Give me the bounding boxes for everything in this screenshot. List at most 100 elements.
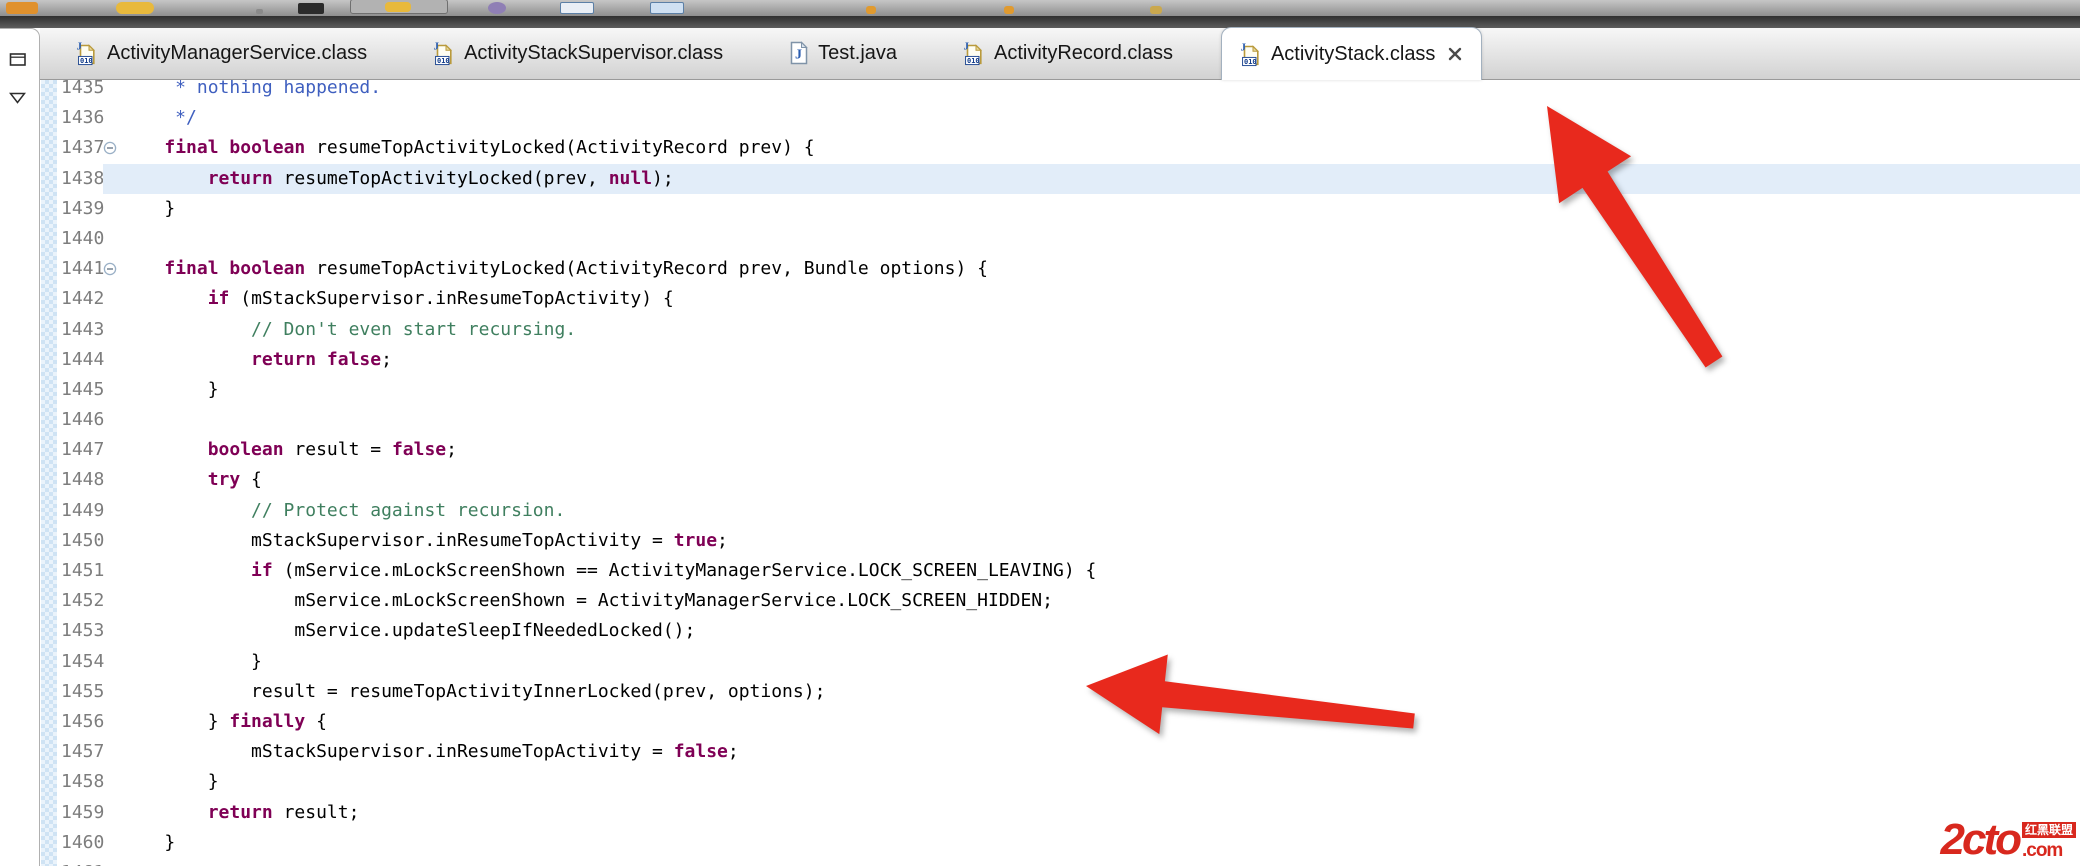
eclipse-window: J 010 ActivityManagerService.class J 010… bbox=[0, 0, 2080, 866]
fold-gutter bbox=[103, 163, 121, 194]
dropdown-triangle-icon[interactable] bbox=[8, 91, 27, 109]
fold-gutter bbox=[103, 616, 121, 646]
fold-gutter bbox=[103, 707, 121, 737]
code-editor[interactable]: 1435 * nothing happened. 1436 */1437 fina… bbox=[41, 80, 2080, 866]
code-text: mService.updateSleepIfNeededLocked(); bbox=[121, 620, 696, 642]
dot-orange-1[interactable] bbox=[866, 6, 876, 14]
code-line-1459[interactable]: 1459 return result; bbox=[57, 798, 2080, 828]
fold-gutter bbox=[103, 798, 121, 828]
fold-gutter bbox=[103, 284, 121, 314]
code-line-1449[interactable]: 1449 // Protect against recursion. bbox=[57, 496, 2080, 526]
line-number: 1446 bbox=[61, 409, 105, 431]
line-number: 1450 bbox=[61, 529, 105, 551]
code-line-1458[interactable]: 1458 } bbox=[57, 767, 2080, 797]
folder-icon[interactable] bbox=[6, 2, 38, 14]
line-number: 1459 bbox=[61, 801, 105, 823]
code-line-1447[interactable]: 1447 boolean result = false; bbox=[57, 435, 2080, 465]
tab-activityrecord-class[interactable]: J 010 ActivityRecord.class bbox=[945, 27, 1191, 79]
class-file-icon: J 010 bbox=[1240, 41, 1262, 67]
line-number: 1447 bbox=[61, 439, 105, 461]
code-line-1452[interactable]: 1452 mService.mLockScreenShown = Activit… bbox=[57, 586, 2080, 616]
code-text: mStackSupervisor.inResumeTopActivity = f… bbox=[121, 741, 739, 763]
orb-icon[interactable] bbox=[488, 2, 506, 14]
code-line-1444[interactable]: 1444 return false; bbox=[57, 345, 2080, 375]
fold-gutter bbox=[103, 224, 121, 254]
fold-gutter bbox=[103, 375, 121, 405]
fold-gutter bbox=[103, 767, 121, 797]
dot-icon[interactable] bbox=[256, 9, 263, 14]
svg-text:010: 010 bbox=[80, 57, 93, 65]
code-line-1435[interactable]: 1435 * nothing happened. bbox=[57, 80, 2080, 103]
code-line-1455[interactable]: 1455 result = resumeTopActivityInnerLock… bbox=[57, 677, 2080, 707]
line-number: 1457 bbox=[61, 741, 105, 763]
fold-gutter bbox=[103, 828, 121, 858]
code-line-1443[interactable]: 1443 // Don't even start recursing. bbox=[57, 315, 2080, 345]
svg-text:010: 010 bbox=[967, 57, 980, 65]
fold-gutter bbox=[103, 435, 121, 465]
line-number: 1438 bbox=[61, 167, 105, 189]
line-number: 1441 bbox=[61, 258, 105, 280]
code-text: } finally { bbox=[121, 710, 327, 732]
code-line-1446[interactable]: 1446 bbox=[57, 405, 2080, 435]
code-text: if (mStackSupervisor.inResumeTopActivity… bbox=[207, 288, 674, 310]
code-line-1438[interactable]: 1438 return resumeTopActivityLocked(prev… bbox=[57, 163, 2080, 194]
dot-orange-2[interactable] bbox=[1004, 6, 1014, 14]
code-line-1451[interactable]: 1451 if (mService.mLockScreenShown == Ac… bbox=[57, 556, 2080, 586]
annotation-ruler[interactable] bbox=[41, 80, 57, 866]
fold-gutter bbox=[103, 465, 121, 495]
code-text: final boolean resumeTopActivityLocked(Ac… bbox=[164, 137, 815, 159]
fold-collapse-icon[interactable] bbox=[103, 133, 121, 163]
svg-text:J: J bbox=[964, 41, 970, 53]
watermark-cn-badge: 红黑联盟 bbox=[2021, 822, 2076, 838]
code-line-1454[interactable]: 1454 } bbox=[57, 647, 2080, 677]
pen-icon[interactable] bbox=[298, 3, 324, 14]
code-line-1439[interactable]: 1439 } bbox=[57, 194, 2080, 224]
class-file-icon: J 010 bbox=[963, 40, 985, 66]
line-number: 1439 bbox=[61, 197, 105, 219]
code-text: final boolean resumeTopActivityLocked(Ac… bbox=[164, 258, 988, 280]
code-line-1442[interactable]: 1442 if (mStackSupervisor.inResumeTopAct… bbox=[57, 284, 2080, 314]
code-line-1460[interactable]: 1460 } bbox=[57, 828, 2080, 858]
code-line-1436[interactable]: 1436 */ bbox=[57, 103, 2080, 133]
fold-collapse-icon[interactable] bbox=[103, 254, 121, 284]
code-text: } bbox=[121, 771, 219, 793]
dot-orange-3[interactable] bbox=[1150, 6, 1162, 14]
watermark-logo: 2cto 红黑联盟 .com bbox=[1941, 818, 2076, 862]
restore-editor-icon[interactable] bbox=[9, 51, 27, 72]
hand-button-icon[interactable] bbox=[350, 0, 448, 14]
line-number: 1443 bbox=[61, 318, 105, 340]
svg-text:J: J bbox=[795, 48, 802, 63]
svg-text:J: J bbox=[77, 41, 83, 53]
code-line-1456[interactable]: 1456 } finally { bbox=[57, 707, 2080, 737]
code-line-1450[interactable]: 1450 mStackSupervisor.inResumeTopActivit… bbox=[57, 526, 2080, 556]
tab-close-icon[interactable] bbox=[1447, 46, 1463, 62]
code-line-1441[interactable]: 1441 final boolean resumeTopActivityLock… bbox=[57, 254, 2080, 284]
code-text: // Protect against recursion. bbox=[251, 499, 566, 521]
tab-test-java[interactable]: J Test.java bbox=[771, 27, 915, 79]
tab-activitystack-class[interactable]: J 010 ActivityStack.class bbox=[1220, 27, 1483, 80]
tab-activitymanagerservice-class[interactable]: J 010 ActivityManagerService.class bbox=[58, 27, 385, 79]
fold-gutter bbox=[103, 496, 121, 526]
code-line-1437[interactable]: 1437 final boolean resumeTopActivityLock… bbox=[57, 133, 2080, 163]
tab-activitystacksupervisor-class[interactable]: J 010 ActivityStackSupervisor.class bbox=[415, 27, 741, 79]
code-line-1453[interactable]: 1453 mService.updateSleepIfNeededLocked(… bbox=[57, 616, 2080, 646]
line-number: 1445 bbox=[61, 378, 105, 400]
line-number: 1451 bbox=[61, 560, 105, 581]
line-number: 1436 bbox=[61, 107, 105, 129]
code-line-1461[interactable]: 1461 bbox=[57, 858, 2080, 866]
svg-text:J: J bbox=[434, 41, 440, 53]
code-line-1445[interactable]: 1445 } bbox=[57, 375, 2080, 405]
fold-gutter bbox=[103, 556, 121, 586]
code-text: mStackSupervisor.inResumeTopActivity = t… bbox=[121, 529, 728, 551]
code-line-1448[interactable]: 1448 try { bbox=[57, 465, 2080, 495]
svg-text:010: 010 bbox=[437, 57, 450, 65]
lightbulb-icon[interactable] bbox=[116, 2, 154, 14]
code-line-1457[interactable]: 1457 mStackSupervisor.inResumeTopActivit… bbox=[57, 737, 2080, 767]
window-icon[interactable] bbox=[560, 2, 594, 14]
line-number: 1458 bbox=[61, 771, 105, 793]
line-number: 1456 bbox=[61, 710, 105, 732]
window-icon-2[interactable] bbox=[650, 2, 684, 14]
code-line-1440[interactable]: 1440 bbox=[57, 224, 2080, 254]
